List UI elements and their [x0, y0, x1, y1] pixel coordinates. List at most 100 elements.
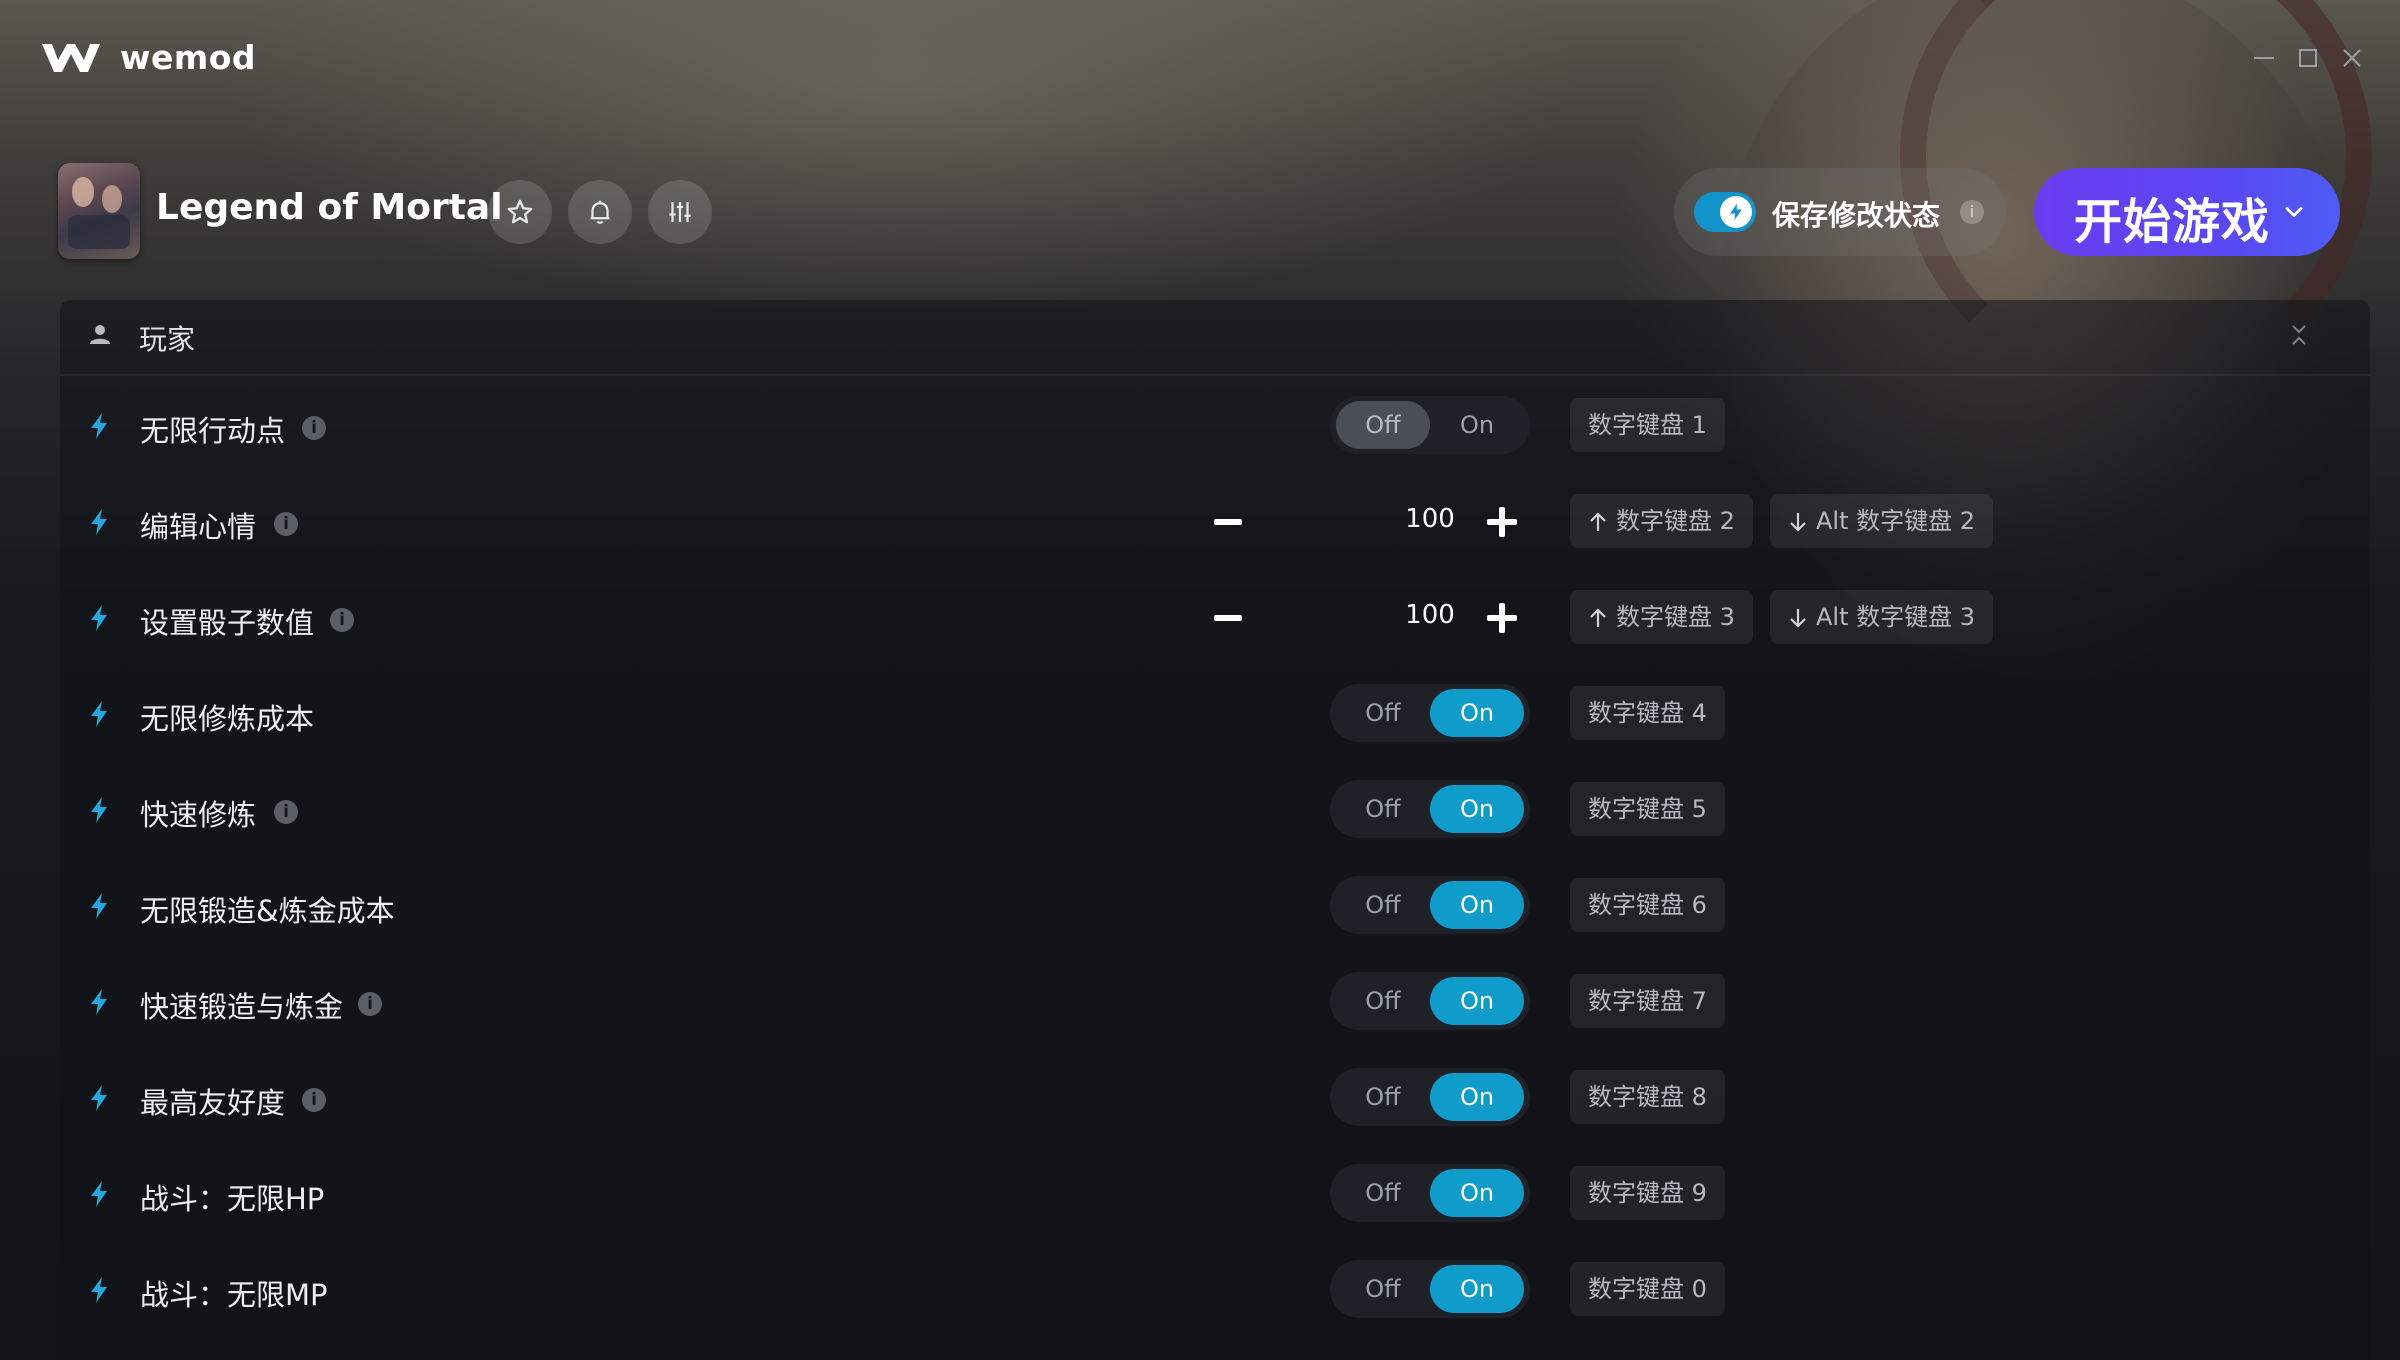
- toggle-on-option[interactable]: On: [1430, 1265, 1524, 1313]
- cheat-name: 设置骰子数值: [140, 606, 315, 640]
- hotkey-decrease[interactable]: Alt 数字键盘 3: [1770, 590, 1994, 644]
- favorite-button[interactable]: [488, 180, 552, 244]
- cheat-name: 快速修炼: [140, 798, 257, 832]
- cheat-name: 战斗：无限MP: [140, 1278, 328, 1312]
- lightning-icon: [1730, 203, 1742, 221]
- cheat-row: 无限锻造&炼金成本 Off On 数字键盘 6: [60, 858, 2370, 954]
- toggle-off-option[interactable]: Off: [1336, 401, 1430, 449]
- lightning-icon: [91, 893, 107, 919]
- toggle-on-option[interactable]: On: [1430, 881, 1524, 929]
- toggle-on-option[interactable]: On: [1430, 785, 1524, 833]
- lightning-icon: [91, 1085, 107, 1111]
- bell-icon: [590, 200, 610, 224]
- lightning-icon: [91, 509, 107, 535]
- hotkey[interactable]: 数字键盘 0: [1570, 1262, 1725, 1316]
- cheat-toggle[interactable]: Off On: [1330, 1068, 1530, 1126]
- cheat-name: 战斗：无限HP: [140, 1182, 325, 1216]
- info-icon[interactable]: i: [274, 512, 298, 536]
- star-icon: [507, 199, 533, 224]
- cheat-toggle[interactable]: Off On: [1330, 1260, 1530, 1318]
- hotkey-label: Alt 数字键盘 3: [1816, 603, 1976, 631]
- toggle-on-option[interactable]: On: [1430, 689, 1524, 737]
- section-label: 玩家: [139, 323, 196, 356]
- cheat-row: 战斗：无限HP Off On 数字键盘 9: [60, 1146, 2370, 1242]
- info-icon[interactable]: i: [330, 608, 354, 632]
- info-icon[interactable]: i: [302, 1088, 326, 1112]
- hotkey[interactable]: 数字键盘 6: [1570, 878, 1725, 932]
- cheat-row: 最高友好度 i Off On 数字键盘 8: [60, 1050, 2370, 1146]
- cheat-toggle[interactable]: Off On: [1330, 1164, 1530, 1222]
- lightning-icon: [91, 413, 107, 439]
- collapse-icon[interactable]: [2288, 322, 2310, 348]
- cheat-name: 最高友好度: [140, 1086, 286, 1120]
- play-button-label: 开始游戏: [2074, 194, 2271, 250]
- hotkey[interactable]: 数字键盘 4: [1570, 686, 1725, 740]
- hotkey-label: Alt 数字键盘 2: [1816, 507, 1976, 535]
- arrow-up-icon: [1590, 512, 1606, 531]
- close-icon[interactable]: [2338, 44, 2366, 72]
- info-icon[interactable]: i: [302, 416, 326, 440]
- toggle-on-option[interactable]: On: [1430, 977, 1524, 1025]
- maximize-icon[interactable]: [2294, 44, 2322, 72]
- game-settings-button[interactable]: [648, 180, 712, 244]
- toggle-off-option[interactable]: Off: [1336, 689, 1430, 737]
- hotkey[interactable]: 数字键盘 1: [1570, 398, 1725, 452]
- play-button[interactable]: 开始游戏: [2034, 168, 2340, 256]
- toggle-off-option[interactable]: Off: [1336, 1265, 1430, 1313]
- cheat-row: 设置骰子数值 i 100 数字键盘 3 Alt 数字键盘 3: [60, 570, 2370, 666]
- cheat-name: 无限行动点: [140, 414, 286, 448]
- toggle-off-option[interactable]: Off: [1336, 785, 1430, 833]
- hotkey-increase[interactable]: 数字键盘 3: [1570, 590, 1753, 644]
- info-icon[interactable]: i: [1960, 200, 1984, 224]
- cheat-row: 无限行动点 i Off On 数字键盘 1: [60, 378, 2370, 474]
- chevron-down-icon[interactable]: [2280, 198, 2308, 226]
- minus-icon[interactable]: [1208, 598, 1248, 638]
- lightning-icon: [91, 1181, 107, 1207]
- cheat-toggle[interactable]: Off On: [1330, 972, 1530, 1030]
- toggle-off-option[interactable]: Off: [1336, 1073, 1430, 1121]
- plus-icon[interactable]: [1480, 596, 1524, 640]
- info-icon[interactable]: i: [358, 992, 382, 1016]
- notifications-button[interactable]: [568, 180, 632, 244]
- toggle-off-option[interactable]: Off: [1336, 977, 1430, 1025]
- cheat-row: 编辑心情 i 100 数字键盘 2 Alt 数字键盘 2: [60, 474, 2370, 570]
- minus-icon[interactable]: [1208, 502, 1248, 542]
- hotkey-increase[interactable]: 数字键盘 2: [1570, 494, 1753, 548]
- game-title: Legend of Mortal: [156, 187, 503, 228]
- minimize-icon[interactable]: [2250, 44, 2278, 72]
- toggle-on-option[interactable]: On: [1430, 1169, 1524, 1217]
- cheat-toggle[interactable]: Off On: [1330, 780, 1530, 838]
- hotkey[interactable]: 数字键盘 8: [1570, 1070, 1725, 1124]
- cheat-row: 快速修炼 i Off On 数字键盘 5: [60, 762, 2370, 858]
- wemod-logo-icon: [42, 44, 100, 72]
- lightning-icon: [91, 701, 107, 727]
- game-thumbnail: [58, 163, 140, 259]
- cheat-name: 无限修炼成本: [140, 702, 315, 736]
- cheat-row: 无限修炼成本 Off On 数字键盘 4: [60, 666, 2370, 762]
- hotkey[interactable]: 数字键盘 5: [1570, 782, 1725, 836]
- cheat-toggle[interactable]: Off On: [1330, 876, 1530, 934]
- user-icon: [90, 325, 110, 344]
- cheat-row: 快速锻造与炼金 i Off On 数字键盘 7: [60, 954, 2370, 1050]
- save-mods-state: 保存修改状态 i: [1674, 168, 2006, 256]
- arrow-down-icon: [1790, 513, 1806, 532]
- brand-name: wemod: [120, 38, 257, 77]
- toggle-off-option[interactable]: Off: [1336, 881, 1430, 929]
- hotkey[interactable]: 数字键盘 9: [1570, 1166, 1725, 1220]
- hotkey[interactable]: 数字键盘 7: [1570, 974, 1725, 1028]
- section-header-player[interactable]: [60, 300, 2370, 376]
- sliders-icon: [669, 202, 691, 222]
- cheat-row: 战斗：无限MP Off On 数字键盘 0: [60, 1242, 2370, 1338]
- hotkey-decrease[interactable]: Alt 数字键盘 2: [1770, 494, 1994, 548]
- plus-icon[interactable]: [1480, 500, 1524, 544]
- lightning-icon: [91, 1277, 107, 1303]
- cheat-toggle[interactable]: Off On: [1330, 684, 1530, 742]
- toggle-on-option[interactable]: On: [1430, 401, 1524, 449]
- toggle-off-option[interactable]: Off: [1336, 1169, 1430, 1217]
- cheat-name: 无限锻造&炼金成本: [140, 894, 395, 928]
- toggle-on-option[interactable]: On: [1430, 1073, 1524, 1121]
- cheat-toggle[interactable]: Off On: [1330, 396, 1530, 454]
- save-mods-toggle[interactable]: [1694, 192, 1756, 232]
- hotkey-label: 数字键盘 3: [1616, 603, 1735, 631]
- info-icon[interactable]: i: [274, 800, 298, 824]
